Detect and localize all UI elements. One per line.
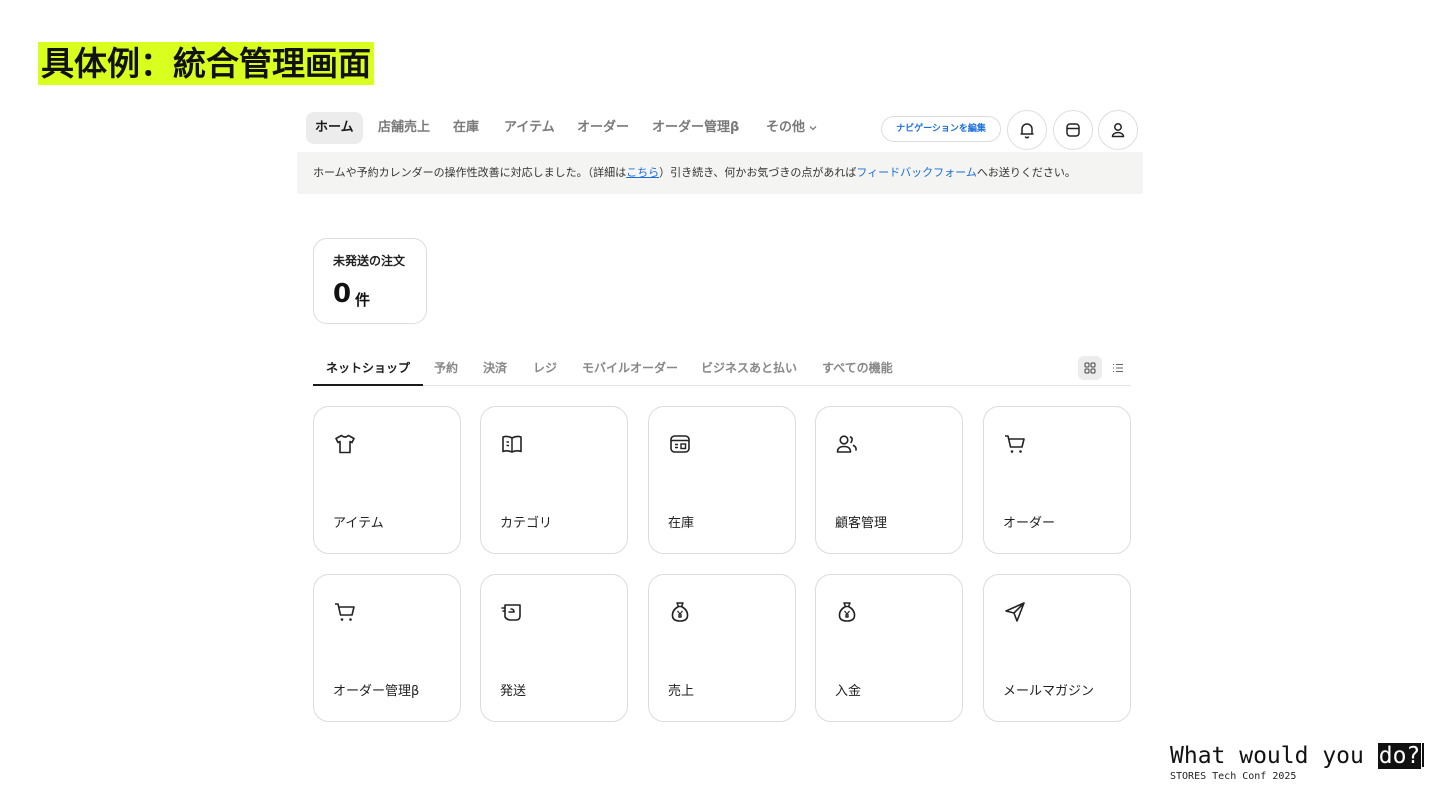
nav-item-order-management[interactable]: オーダー管理β	[643, 112, 748, 144]
tile-order-management[interactable]: オーダー管理β	[313, 574, 461, 722]
cart-icon	[1005, 435, 1025, 453]
bell-icon	[1020, 123, 1034, 139]
unshipped-orders-unit: 件	[355, 291, 371, 309]
tile-mail-magazine[interactable]: メールマガジン	[983, 574, 1131, 722]
store-icon	[1066, 123, 1080, 137]
text-cursor	[1422, 743, 1425, 767]
chevron-down-icon	[809, 126, 817, 131]
tile-customer-management[interactable]: 顧客管理	[815, 406, 963, 554]
tile-items[interactable]: アイテム	[313, 406, 461, 554]
tagline-highlight: do?	[1377, 743, 1422, 769]
tab-register[interactable]: レジ	[533, 352, 557, 386]
tile-orders[interactable]: オーダー	[983, 406, 1131, 554]
tile-customer-management-label: 顧客管理	[835, 516, 888, 531]
tile-order-management-label: オーダー管理β	[333, 684, 420, 699]
nav-item-store-sales[interactable]: 店舗売上	[369, 112, 439, 144]
account-button[interactable]	[1098, 110, 1138, 150]
store-button[interactable]	[1053, 110, 1093, 150]
feature-grid: アイテム カテゴリ 在庫 顧客管理 オーダー オーダー管理β 発送 売上 入金 …	[313, 406, 1131, 722]
list-view-icon	[1113, 364, 1123, 372]
tab-business-deferred-payment[interactable]: ビジネスあと払い	[701, 352, 797, 386]
tile-sales-label: 売上	[668, 684, 695, 699]
user-icon	[1111, 123, 1125, 138]
tile-inventory[interactable]: 在庫	[648, 406, 796, 554]
nav-item-home[interactable]: ホーム	[306, 112, 363, 144]
tile-shipping-label: 発送	[500, 684, 527, 699]
nav-item-inventory[interactable]: 在庫	[444, 112, 488, 144]
top-navigation: ホーム 店舗売上 在庫 アイテム オーダー オーダー管理β その他 ナビゲーショ…	[297, 108, 1143, 150]
tile-deposits-label: 入金	[835, 684, 862, 699]
notice-text-after: へお送りください。	[976, 166, 1076, 179]
cart-icon	[335, 603, 355, 621]
notice-details-link[interactable]: こちら	[626, 166, 659, 179]
inventory-box-icon	[670, 435, 690, 453]
tile-categories[interactable]: カテゴリ	[480, 406, 628, 554]
notice-text-middle: ）引き続き、何かお気づきの点があれば	[659, 166, 857, 179]
tab-mobile-order[interactable]: モバイルオーダー	[582, 352, 678, 386]
tagline-lead: What would you	[1170, 743, 1378, 769]
tab-payment[interactable]: 決済	[483, 352, 507, 386]
book-icon	[502, 435, 522, 453]
money-bag-icon	[838, 602, 856, 622]
tile-mail-magazine-label: メールマガジン	[1003, 684, 1095, 699]
shipping-box-icon	[501, 604, 521, 621]
tab-reservation[interactable]: 予約	[434, 352, 458, 386]
grid-view-icon	[1084, 362, 1096, 374]
tagline: What would you do?	[1170, 741, 1425, 771]
tile-deposits[interactable]: 入金	[815, 574, 963, 722]
tab-all-features[interactable]: すべての機能	[822, 352, 893, 386]
nav-item-more-label: その他	[766, 120, 806, 135]
unshipped-orders-count: 0	[333, 279, 352, 309]
money-bag-icon	[671, 602, 689, 622]
tile-sales[interactable]: 売上	[648, 574, 796, 722]
paper-plane-icon	[1005, 602, 1025, 622]
tile-inventory-label: 在庫	[668, 516, 695, 531]
grid-view-toggle[interactable]	[1078, 356, 1102, 380]
tab-net-shop[interactable]: ネットショップ	[313, 352, 424, 386]
admin-dashboard: ホーム 店舗売上 在庫 アイテム オーダー オーダー管理β その他 ナビゲーショ…	[297, 104, 1143, 734]
event-name: STORES Tech Conf 2025	[1170, 771, 1297, 782]
nav-item-more[interactable]: その他	[757, 112, 827, 144]
nav-item-orders[interactable]: オーダー	[568, 112, 638, 144]
notification-button[interactable]	[1007, 110, 1047, 150]
notice-feedback-link[interactable]: フィードバックフォーム	[856, 166, 976, 179]
nav-item-items[interactable]: アイテム	[495, 112, 564, 144]
slide-title: 具体例：統合管理画面	[38, 42, 374, 85]
feature-tabs: ネットショップ 予約 決済 レジ モバイルオーダー ビジネスあと払い すべての機…	[313, 352, 1131, 386]
list-view-toggle[interactable]	[1106, 356, 1130, 380]
edit-navigation-button[interactable]: ナビゲーションを編集	[881, 116, 1001, 142]
conference-branding: What would you do? STORES Tech Conf 2025	[1170, 741, 1425, 782]
notice-text-before: ホームや予約カレンダーの操作性改善に対応しました。（詳細は	[313, 166, 627, 179]
tshirt-icon	[335, 434, 355, 454]
tile-orders-label: オーダー	[1003, 516, 1056, 531]
unshipped-orders-label: 未発送の注文	[333, 254, 406, 268]
tile-shipping[interactable]: 発送	[480, 574, 628, 722]
tile-items-label: アイテム	[333, 516, 384, 531]
unshipped-orders-card[interactable]: 未発送の注文 0 件	[313, 238, 427, 324]
users-icon	[836, 435, 857, 453]
update-notice-banner: ホームや予約カレンダーの操作性改善に対応しました。（詳細はこちら）引き続き、何か…	[297, 152, 1143, 194]
tile-categories-label: カテゴリ	[500, 516, 553, 531]
